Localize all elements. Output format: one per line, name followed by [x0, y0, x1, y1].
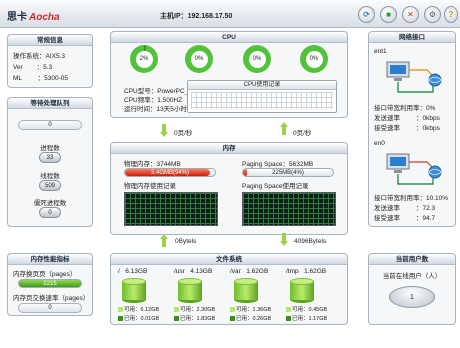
interface-name: en0: [374, 140, 385, 147]
rate-top-right: 0页/秒: [293, 130, 312, 137]
send-rate: 发送速率 ：0kbps: [374, 115, 440, 122]
logo: 思卡 Aocha: [7, 12, 60, 23]
top-bar: 思卡 Aocha 主机IP：192.168.17.50 ⟳ ■ ✕ ⚙ ?: [0, 0, 460, 28]
cpu-gauge: 2%: [130, 45, 158, 73]
disk-cylinder-icon: [178, 278, 202, 303]
zombie-count: 0: [39, 207, 61, 218]
network-panel: 网络接口 ent1 接口带宽利用率：0% 发送速率 ：0kbps 接受速率 ：0kb…: [368, 31, 456, 227]
send-rate: 发送速率 ：72.3: [374, 205, 436, 212]
fs-used: 已用：0.26GB: [230, 314, 271, 322]
memory-perf-panel: 内存性能指标 内存换页页（pages） 2215 内存页交换速率（pages） …: [7, 253, 93, 316]
panel-title: 等待处理队列: [8, 98, 92, 109]
rate-top-left: 0页/秒: [174, 130, 193, 137]
queue-field: 0: [18, 120, 82, 130]
zombie-label: 僵死进程数: [33, 200, 67, 207]
fs-name-total: /tmp 1.62GB: [286, 268, 327, 275]
up-arrow-icon: [160, 234, 168, 247]
paging-chart-title: Paging Space使用记录: [242, 183, 309, 190]
thread-count: 509: [39, 180, 61, 191]
panel-title: 网络接口: [369, 32, 455, 43]
paging-space-bar: 225MB(4%): [242, 168, 334, 177]
interface-name: ent1: [374, 48, 387, 55]
cpu-gauge: 0%: [300, 45, 328, 73]
page-out-value: 0: [18, 303, 82, 313]
fs-name-total: /usr 4.13GB: [174, 268, 213, 275]
disk-cylinder-icon: [290, 278, 314, 303]
cpu-gauge: 0%: [185, 45, 213, 73]
interface-utilization: 接口带宽利用率：10.10%: [374, 195, 449, 202]
up-arrow-icon: [280, 122, 288, 135]
paging-space-chart: [242, 192, 336, 226]
page-in-value: 2215: [18, 279, 82, 288]
chart-title: CPU使用记录: [188, 81, 336, 90]
network-topology-icon: [386, 153, 442, 185]
paging-space-total: Paging Space：5632MB: [242, 161, 314, 168]
fs-name-total: / 6.13GB: [118, 268, 148, 275]
network-icon[interactable]: ■: [380, 6, 397, 23]
page-in-label: 内存换页页（pages）: [13, 271, 77, 278]
users-panel: 当前用户数 当前在线用户（人） 1: [368, 253, 456, 325]
host-ip: 主机IP：192.168.17.50: [160, 13, 233, 20]
panel-title: 文件系统: [111, 254, 347, 265]
fs-free: 可用：0.45GB: [286, 305, 327, 313]
panel-title: 当前用户数: [369, 254, 455, 265]
physical-memory-chart: [124, 192, 218, 226]
ml-row: ML ：5300-05: [13, 75, 68, 82]
physical-chart-title: 物理内存使用记录: [124, 183, 176, 190]
cpu-history-chart: CPU使用记录: [187, 80, 337, 113]
close-icon[interactable]: ✕: [402, 6, 419, 23]
fs-used: 已用：1.83GB: [174, 314, 215, 322]
help-icon[interactable]: ?: [444, 6, 458, 23]
thread-label: 线程数: [40, 173, 60, 180]
process-label: 进程数: [40, 145, 60, 152]
fs-free: 可用：6.12GB: [118, 305, 159, 313]
fs-used: 已用：0.01GB: [118, 314, 159, 322]
settings-icon[interactable]: ⚙: [424, 6, 441, 23]
users-label: 当前在线用户（人）: [382, 273, 442, 280]
fs-used: 已用：1.17GB: [286, 314, 327, 322]
panel-title: 内存: [111, 143, 347, 154]
cpu-gauge: 0%: [243, 45, 271, 73]
down-arrow-icon: [280, 233, 288, 246]
rate-bottom-right: 4096Bytels: [294, 238, 327, 245]
panel-title: 常规信息: [8, 35, 92, 46]
panel-title: 内存性能指标: [8, 254, 92, 265]
down-arrow-icon: [160, 124, 168, 137]
receive-rate: 接受速率 ：94.7: [374, 215, 436, 222]
physical-memory-total: 物理内存：3744MB: [124, 161, 181, 168]
fs-name-total: /var 1.62GB: [230, 268, 269, 275]
queue-panel: 等待处理队列 0 进程数 33 线程数 509 僵死进程数 0: [7, 97, 93, 227]
disk-cylinder-icon: [234, 278, 258, 303]
disk-cylinder-icon: [122, 278, 146, 303]
cpu-uptime: 运行时间：13天5小时...: [124, 106, 193, 113]
network-topology-icon: [386, 61, 442, 93]
rate-bottom-left: 0Bytels: [175, 238, 197, 245]
interface-utilization: 接口带宽利用率：0%: [374, 105, 436, 112]
page-out-label: 内存页交换速率（pages）: [13, 295, 90, 302]
panel-title: CPU: [111, 32, 347, 43]
refresh-icon[interactable]: ⟳: [358, 6, 375, 23]
ver-row: Ver ：5.3: [13, 64, 53, 71]
fs-free: 可用：2.30GB: [174, 305, 215, 313]
basic-info-panel: 常规信息 操作系统：AIX5.3 Ver ：5.3 ML ：5300-05: [7, 34, 93, 88]
physical-memory-bar: 3.4GMB(94%): [124, 168, 216, 177]
process-count: 33: [39, 152, 61, 163]
os-row: 操作系统：AIX5.3: [13, 53, 66, 60]
fs-free: 可用：1.36GB: [230, 305, 271, 313]
cpu-history-grid: [191, 92, 333, 109]
receive-rate: 接受速率 ：0kbps: [374, 125, 440, 132]
users-count[interactable]: 1: [389, 286, 435, 308]
